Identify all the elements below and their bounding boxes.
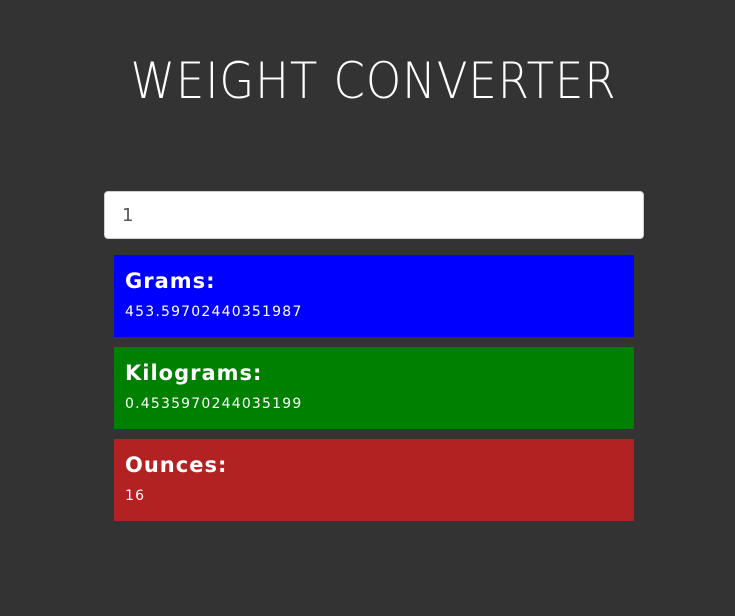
kilograms-value: 0.4535970244035199 [125,396,303,412]
ounces-value: 16 [125,488,146,504]
weight-converter-page: WEIGHT CONVERTER Grams: 453.597024403519… [0,0,735,616]
kilograms-label: Kilograms: [125,361,263,385]
pounds-input[interactable] [104,191,644,239]
ounces-card: Ounces: 16 [114,439,634,521]
page-title: WEIGHT CONVERTER [130,52,617,110]
grams-card: Grams: 453.59702440351987 [114,255,634,337]
ounces-label: Ounces: [125,453,228,477]
grams-value: 453.59702440351987 [125,304,303,320]
grams-label: Grams: [125,269,216,293]
weight-input-container [104,191,644,239]
kilograms-card: Kilograms: 0.4535970244035199 [114,347,634,429]
